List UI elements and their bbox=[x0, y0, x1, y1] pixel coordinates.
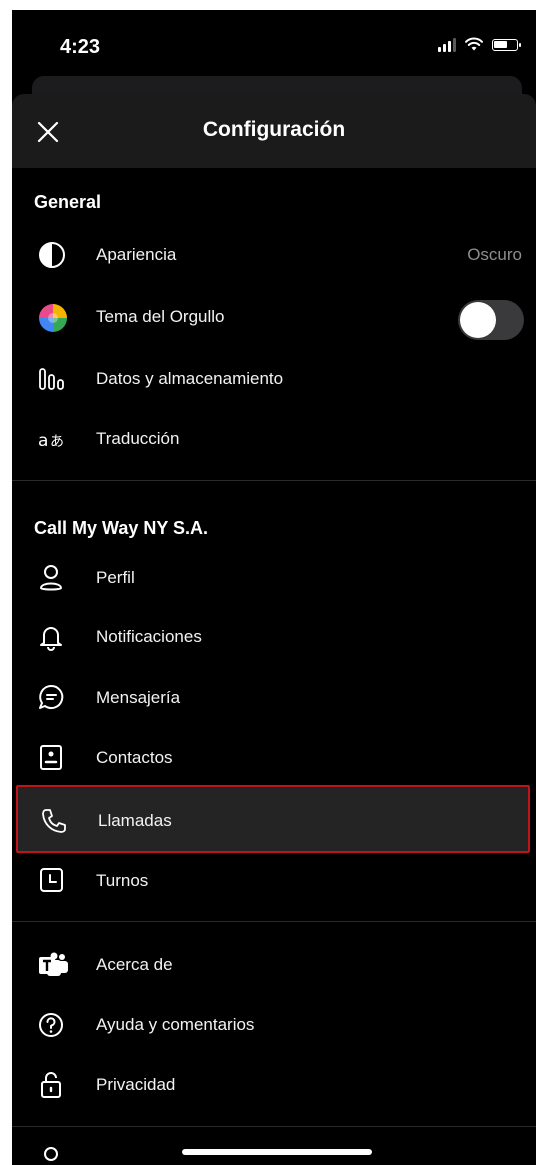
settings-item-label: Traducción bbox=[96, 429, 180, 448]
translation-icon: a あ bbox=[38, 425, 68, 453]
svg-text:あ: あ bbox=[50, 434, 64, 450]
settings-item-label: Acerca de bbox=[96, 955, 173, 974]
settings-item-label: Apariencia bbox=[96, 245, 177, 264]
settings-header: Configuración bbox=[12, 94, 536, 168]
settings-item-privacy[interactable]: Privacidad bbox=[12, 1056, 536, 1114]
status-icons bbox=[438, 37, 521, 52]
settings-item-help[interactable]: Ayuda y comentarios bbox=[12, 996, 536, 1054]
home-indicator[interactable] bbox=[182, 1149, 372, 1155]
settings-item-label: Notificaciones bbox=[96, 627, 202, 646]
pride-icon bbox=[38, 303, 68, 332]
svg-text:a: a bbox=[38, 431, 48, 451]
lock-icon bbox=[38, 1071, 68, 1099]
settings-item-shifts[interactable]: Turnos bbox=[12, 852, 536, 910]
settings-item-profile[interactable]: Perfil bbox=[12, 549, 536, 607]
settings-item-contacts[interactable]: Contactos bbox=[12, 729, 536, 787]
appearance-icon bbox=[38, 241, 68, 269]
wifi-icon bbox=[465, 37, 483, 51]
settings-item-label: Contactos bbox=[96, 748, 173, 767]
help-icon bbox=[38, 1011, 68, 1039]
phone-icon bbox=[40, 807, 70, 835]
page-title: Configuración bbox=[202, 118, 346, 141]
chat-icon bbox=[38, 684, 68, 712]
settings-item-label: Datos y almacenamiento bbox=[96, 369, 284, 388]
contact-card-icon bbox=[38, 744, 68, 772]
settings-item-notifications[interactable]: Notificaciones bbox=[12, 608, 536, 666]
shifts-icon bbox=[38, 867, 68, 895]
settings-item-label: Turnos bbox=[96, 871, 149, 890]
toggle-knob bbox=[460, 302, 496, 338]
data-storage-icon bbox=[38, 365, 68, 393]
settings-item-pride-theme[interactable]: Tema del Orgullo bbox=[12, 288, 536, 346]
status-bar: 4:23 bbox=[12, 10, 536, 74]
settings-item-about[interactable]: Acerca de bbox=[12, 936, 536, 994]
section-title-general: General bbox=[34, 192, 102, 212]
settings-item-label: Mensajería bbox=[96, 688, 181, 707]
settings-item-label: Privacidad bbox=[96, 1075, 176, 1094]
settings-item-translation[interactable]: a あ Traducción bbox=[12, 410, 536, 468]
section-divider bbox=[12, 480, 536, 481]
bell-icon bbox=[38, 623, 68, 651]
settings-item-data-storage[interactable]: Datos y almacenamiento bbox=[12, 350, 536, 408]
settings-item-label: Ayuda y comentarios bbox=[96, 1015, 255, 1034]
section-divider bbox=[12, 1126, 536, 1127]
settings-item-label: Tema del Orgullo bbox=[96, 307, 225, 326]
settings-item-messaging[interactable]: Mensajería bbox=[12, 669, 536, 727]
status-time: 4:23 bbox=[60, 36, 101, 58]
signal-icon bbox=[438, 37, 456, 52]
section-divider bbox=[12, 921, 536, 922]
appearance-value: Oscuro bbox=[467, 245, 522, 264]
pride-theme-toggle[interactable] bbox=[458, 300, 524, 340]
settings-item-label: Llamadas bbox=[98, 811, 172, 830]
settings-screen: 4:23 Configuración General Apariencia Os… bbox=[12, 10, 536, 1165]
settings-item-calls[interactable]: Llamadas bbox=[16, 785, 530, 853]
section-title-org: Call My Way NY S.A. bbox=[34, 518, 209, 538]
settings-item-label: Perfil bbox=[96, 568, 135, 587]
profile-icon bbox=[38, 564, 68, 592]
settings-item-appearance[interactable]: Apariencia Oscuro bbox=[12, 226, 536, 284]
battery-icon bbox=[492, 38, 521, 51]
teams-icon bbox=[38, 951, 68, 979]
partial-profile-icon bbox=[38, 1146, 68, 1165]
